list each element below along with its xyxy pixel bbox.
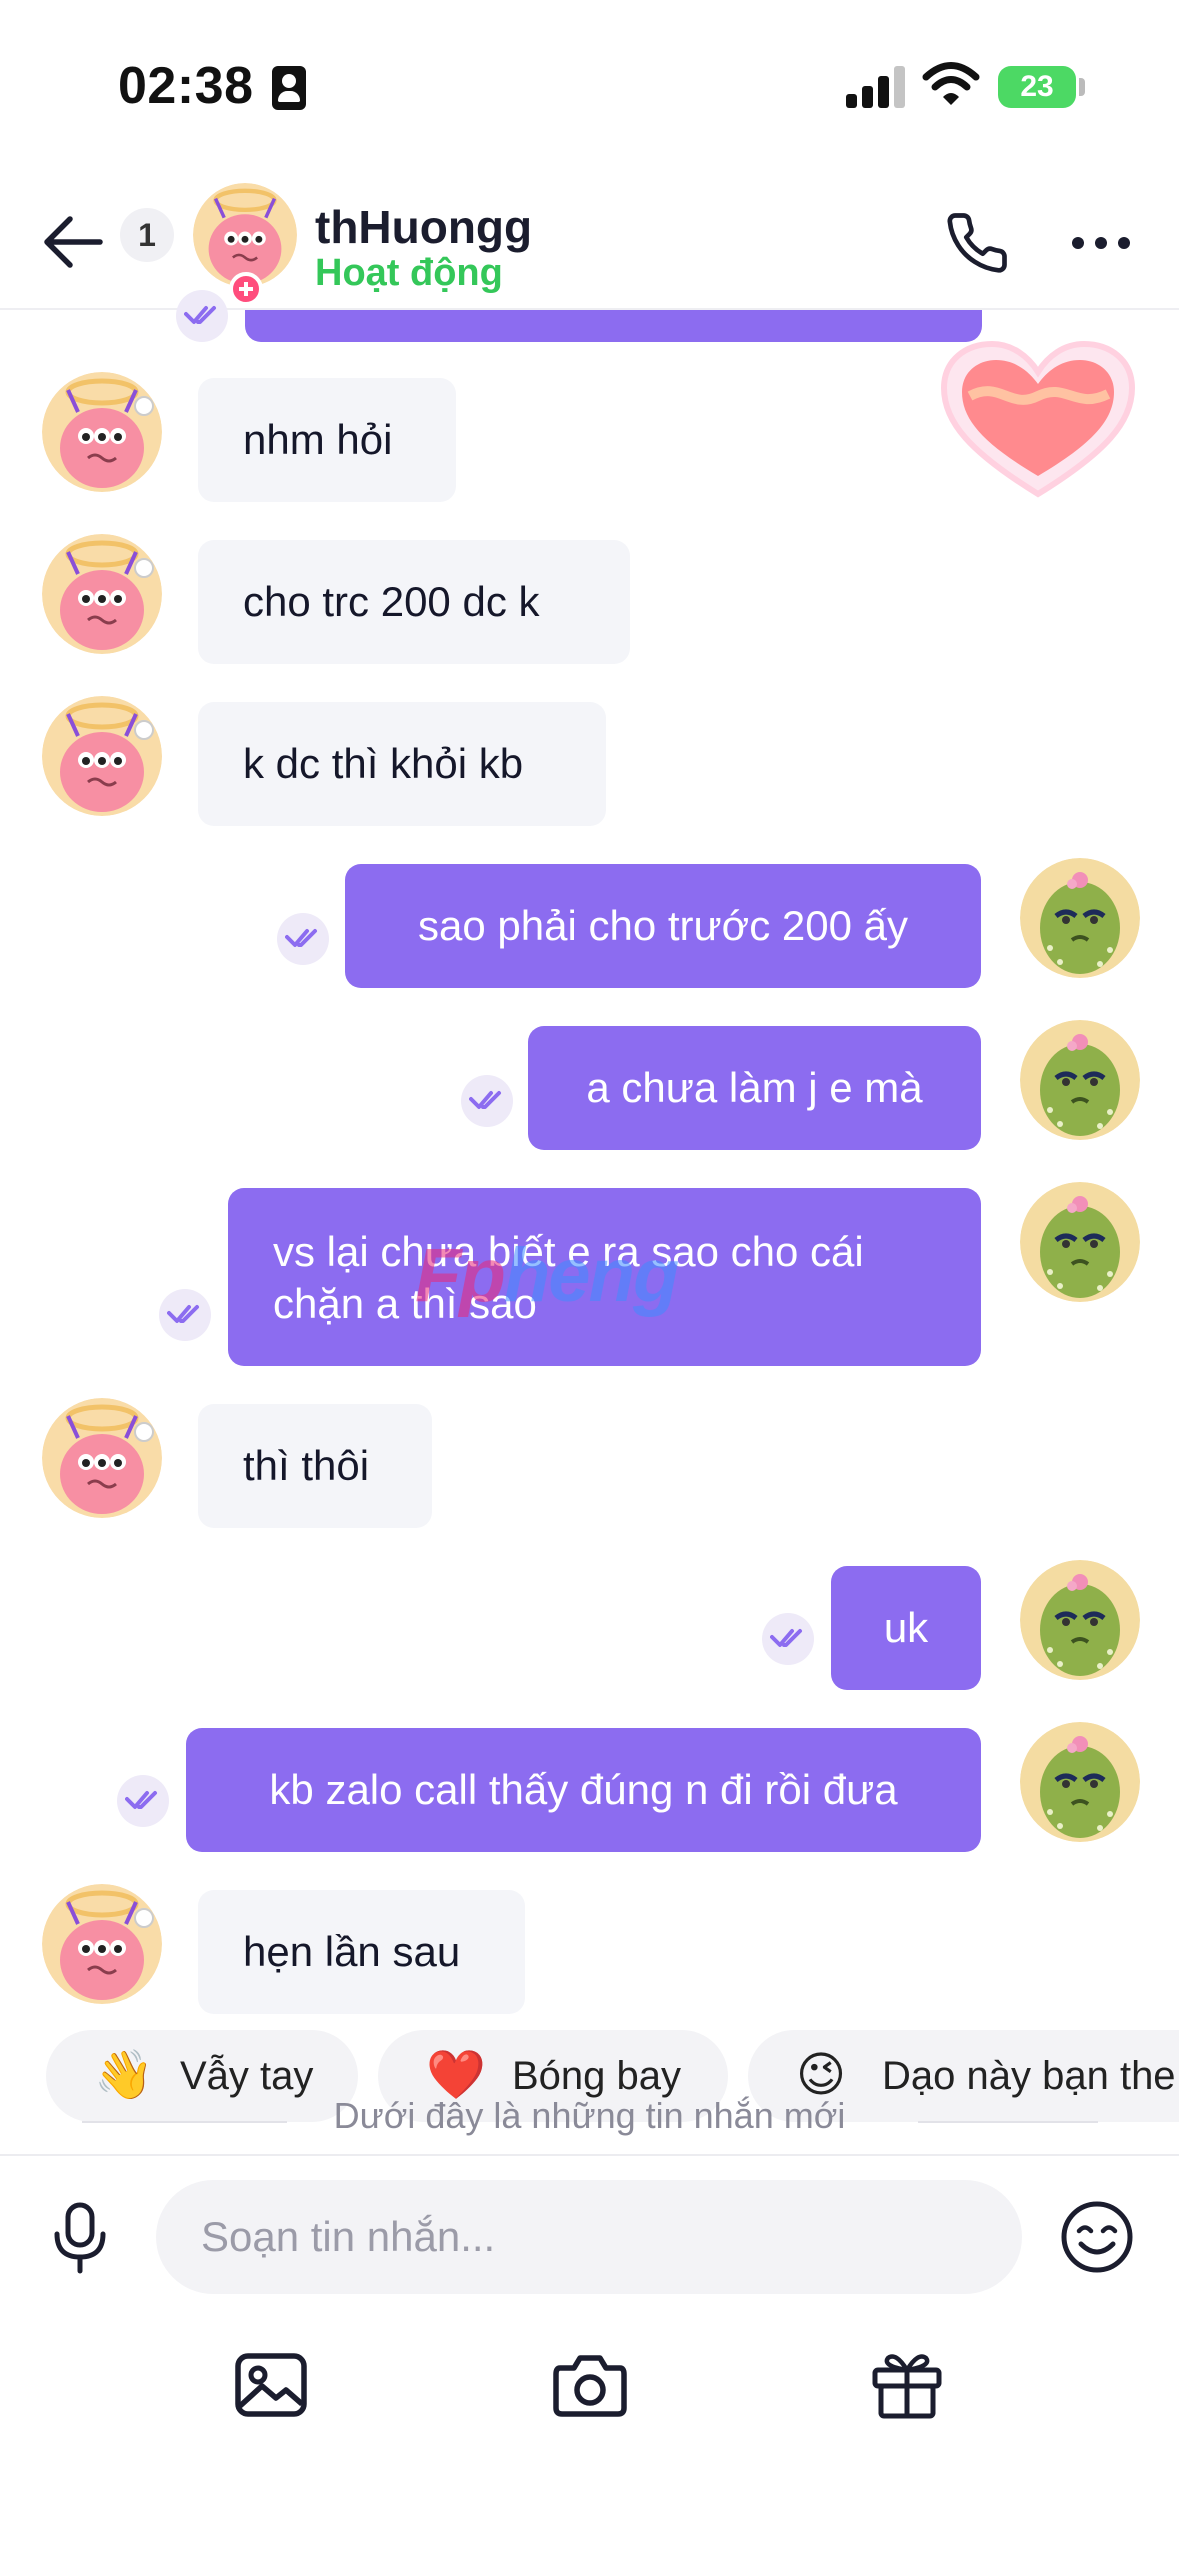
outgoing-message-bubble[interactable]: uk [831, 1566, 981, 1690]
read-receipt-icon [159, 1289, 211, 1341]
contact-avatar[interactable] [42, 1398, 162, 1518]
contact-name[interactable]: thHuongg [315, 200, 532, 254]
contact-status: Hoạt động [315, 252, 503, 294]
my-avatar[interactable] [1020, 1560, 1140, 1680]
gift-icon[interactable] [870, 2348, 944, 2420]
battery-level: 23 [1020, 70, 1054, 103]
contact-avatar[interactable] [42, 1884, 162, 2004]
phone-call-icon[interactable] [944, 210, 1010, 276]
my-avatar[interactable] [1020, 1722, 1140, 1842]
image-gallery-icon[interactable] [234, 2352, 308, 2418]
contact-card-icon [272, 66, 306, 110]
green-cactus-avatar-icon [1020, 1722, 1140, 1842]
contact-avatar[interactable] [42, 696, 162, 816]
incoming-message-bubble[interactable]: hẹn lần sau [198, 1890, 525, 2014]
microphone-icon[interactable] [50, 2202, 110, 2274]
message-text: a chưa làm j e mà [586, 1064, 923, 1111]
pink-monster-avatar-icon [42, 534, 162, 654]
read-receipt-icon [277, 913, 329, 965]
message-text: thì thôi [243, 1442, 370, 1489]
green-cactus-avatar-icon [1020, 858, 1140, 978]
message-text: nhm hỏi [243, 416, 393, 463]
green-cactus-avatar-icon [1020, 1182, 1140, 1302]
my-avatar[interactable] [1020, 1182, 1140, 1302]
add-friend-icon[interactable] [229, 272, 263, 306]
green-cactus-avatar-icon [1020, 1020, 1140, 1140]
pink-monster-avatar-icon [42, 696, 162, 816]
contact-avatar[interactable] [42, 372, 162, 492]
message-text: sao phải cho trước 200 ấy [418, 902, 908, 949]
message-input[interactable] [156, 2180, 1022, 2294]
new-messages-divider: Dưới đây là những tin nhắn mới [333, 2095, 846, 2136]
read-receipt-icon [117, 1775, 169, 1827]
message-text: k dc thì khỏi kb [243, 740, 524, 787]
watermark-part1: Fp [415, 1233, 506, 1318]
incoming-message-bubble[interactable]: k dc thì khỏi kb [198, 702, 606, 826]
camera-icon[interactable] [552, 2352, 628, 2418]
my-avatar[interactable] [1020, 1020, 1140, 1140]
unread-count-badge[interactable]: 1 [120, 208, 174, 262]
battery-cap [1079, 78, 1085, 96]
status-time: 02:38 [118, 57, 254, 115]
outgoing-message-bubble[interactable]: sao phải cho trước 200 ấy [345, 864, 981, 988]
message-text: uk [883, 1604, 929, 1651]
emoji-icon[interactable] [1060, 2200, 1134, 2274]
message-text: hẹn lần sau [243, 1928, 461, 1975]
heart-sticker-icon[interactable] [940, 340, 1136, 500]
pink-monster-avatar-icon [42, 1398, 162, 1518]
back-arrow-icon[interactable] [42, 214, 104, 270]
wifi-icon [922, 62, 980, 105]
my-avatar[interactable] [1020, 858, 1140, 978]
watermark-part2: heng [503, 1233, 680, 1318]
read-receipt-icon [461, 1075, 513, 1127]
pink-monster-avatar-icon [42, 372, 162, 492]
incoming-message-bubble[interactable]: nhm hỏi [198, 378, 456, 502]
outgoing-message-bubble[interactable]: kb zalo call thấy đúng n đi rồi đưa [186, 1728, 981, 1852]
watermark: Fpheng [415, 1232, 680, 1319]
signal-icon [846, 66, 908, 108]
battery-indicator: 23 [998, 66, 1076, 108]
read-receipt-icon [762, 1613, 814, 1665]
read-receipt-icon [176, 290, 228, 342]
more-options-icon[interactable] [1070, 232, 1132, 254]
contact-avatar[interactable] [42, 534, 162, 654]
outgoing-message-bubble[interactable]: a chưa làm j e mà [528, 1026, 981, 1150]
message-text: kb zalo call thấy đúng n đi rồi đưa [269, 1766, 898, 1813]
pink-monster-avatar-icon [42, 1884, 162, 2004]
incoming-message-bubble[interactable]: cho trc 200 dc k [198, 540, 630, 664]
incoming-message-bubble[interactable]: thì thôi [198, 1404, 432, 1528]
message-bubble-partial[interactable] [245, 310, 982, 342]
green-cactus-avatar-icon [1020, 1560, 1140, 1680]
message-text: cho trc 200 dc k [243, 578, 540, 625]
